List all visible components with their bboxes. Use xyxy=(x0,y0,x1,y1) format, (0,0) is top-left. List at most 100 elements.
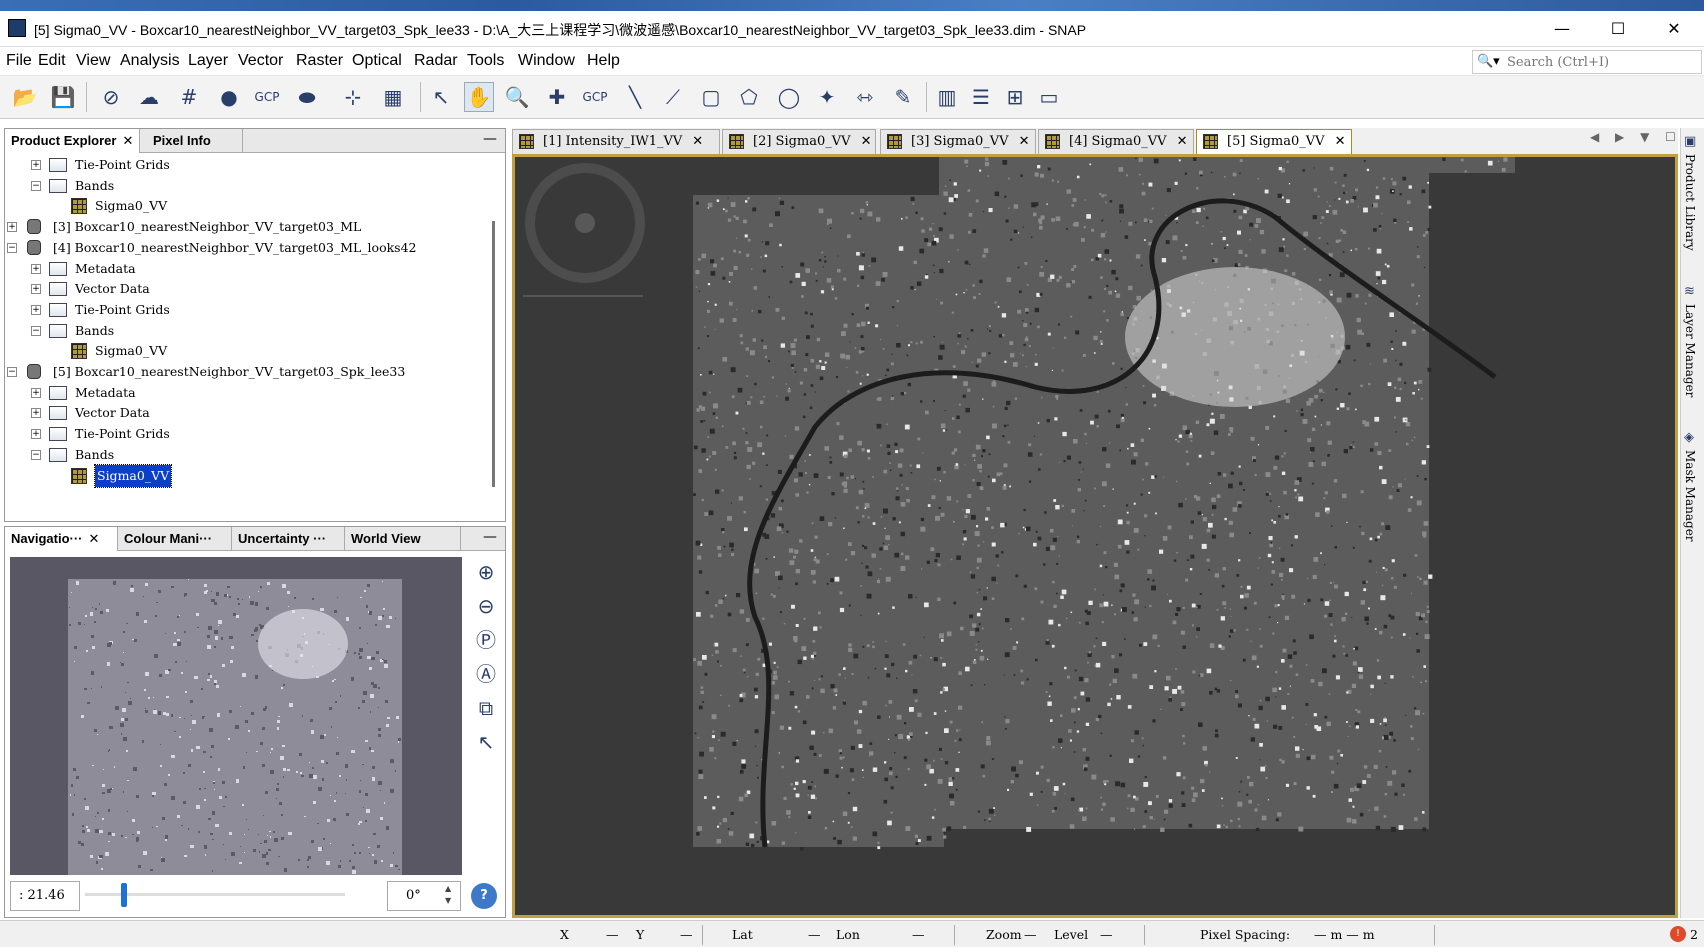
zoom-out-icon[interactable]: ⊖ xyxy=(471,591,501,621)
tab-view-1[interactable]: [1] Intensity_IW1_VV ✕ xyxy=(512,129,720,154)
menu-view[interactable]: View xyxy=(76,52,110,70)
zoom-tool-icon[interactable]: 🔍 xyxy=(502,82,532,112)
menu-tools[interactable]: Tools xyxy=(467,52,504,70)
tab-navigation[interactable]: Navigatio··· ✕ xyxy=(5,527,118,551)
product-library-icon[interactable]: ▣ xyxy=(1684,134,1702,150)
sidebar-item-product-library[interactable]: Product Library xyxy=(1683,154,1697,251)
tree-folder[interactable]: + Tie-Point Grids xyxy=(5,154,495,176)
menu-edit[interactable]: Edit xyxy=(38,52,66,70)
zoom-slider-thumb[interactable] xyxy=(121,883,128,907)
tree-folder[interactable]: − Bands xyxy=(5,444,495,466)
image-view[interactable] xyxy=(512,154,1678,918)
minimize-panel-icon[interactable]: — xyxy=(483,131,497,147)
tree-folder[interactable]: + Vector Data xyxy=(5,402,495,424)
tree-band[interactable]: Sigma0_VV xyxy=(5,195,495,217)
search-icon[interactable]: 🔍▾ xyxy=(1477,54,1500,69)
range-finder-tool-icon[interactable]: ⇿ xyxy=(850,82,880,112)
graticule-overlay-icon[interactable]: # xyxy=(174,82,204,112)
sync-cursor-icon[interactable]: ↖ xyxy=(471,727,501,757)
tab-view-5[interactable]: [5] Sigma0_VV ✕ xyxy=(1196,129,1352,154)
pin-placing-tool-icon[interactable]: ✚ xyxy=(542,82,572,112)
tile-evenly-icon[interactable]: ▥ xyxy=(932,82,962,112)
menu-raster[interactable]: Raster xyxy=(296,52,343,70)
gcp-placing-tool-icon[interactable]: GCP xyxy=(580,82,610,112)
sar-image[interactable] xyxy=(515,157,1675,915)
search-input[interactable] xyxy=(1507,53,1697,71)
spinner-down-icon[interactable]: ▼ xyxy=(445,895,451,907)
range-tool-icon[interactable]: ✎ xyxy=(888,82,918,112)
menu-optical[interactable]: Optical xyxy=(352,52,402,70)
menu-window[interactable]: Window xyxy=(518,52,575,70)
pin-manager-icon[interactable]: ⊹ xyxy=(338,82,368,112)
tree-folder[interactable]: + Metadata xyxy=(5,382,495,404)
expand-icon[interactable]: + xyxy=(31,408,41,419)
expand-icon[interactable]: + xyxy=(7,222,17,233)
tile-horizontally-icon[interactable]: ☰ xyxy=(966,82,996,112)
tree-band[interactable]: Sigma0_VV xyxy=(5,340,495,362)
world-map-overlay-icon[interactable]: ☁ xyxy=(134,82,164,112)
no-data-overlay-icon[interactable]: ⊘ xyxy=(96,82,126,112)
line-drawing-tool-icon[interactable]: ╲ xyxy=(620,82,650,112)
zoom-pixel-icon[interactable]: Ⓟ xyxy=(471,625,501,655)
minimize-button[interactable]: — xyxy=(1534,11,1590,47)
menu-analysis[interactable]: Analysis xyxy=(120,52,180,70)
menu-file[interactable]: File xyxy=(6,52,32,70)
polygon-drawing-tool-icon[interactable]: ⬠ xyxy=(734,82,764,112)
search-box[interactable]: 🔍▾ xyxy=(1472,50,1702,74)
pin-overlay-icon[interactable]: ● xyxy=(214,82,244,112)
maximize-button[interactable]: ☐ xyxy=(1590,11,1646,47)
zoom-factor-field[interactable]: : 21.46 xyxy=(10,881,80,911)
scrollbar[interactable] xyxy=(492,221,495,487)
tab-view-3[interactable]: [3] Sigma0_VV ✕ xyxy=(880,129,1036,154)
expand-icon[interactable]: + xyxy=(31,284,41,295)
tab-view-4[interactable]: [4] Sigma0_VV ✕ xyxy=(1038,129,1194,154)
tile-single-icon[interactable]: ▭ xyxy=(1034,82,1064,112)
collapse-icon[interactable]: − xyxy=(31,449,41,460)
tab-world-view[interactable]: World View xyxy=(345,527,461,551)
tree-folder[interactable]: − Bands xyxy=(5,175,495,197)
tree-band[interactable]: Sigma0_VV xyxy=(5,463,495,488)
save-product-icon[interactable]: 💾 xyxy=(48,82,78,112)
ellipse-drawing-tool-icon[interactable]: ◯ xyxy=(774,82,804,112)
close-icon[interactable]: ✕ xyxy=(1019,134,1030,149)
mask-manager-icon[interactable]: ◈ xyxy=(1684,430,1702,446)
magic-wand-tool-icon[interactable]: ✦ xyxy=(812,82,842,112)
rotation-spinner[interactable]: ▲ ▼ xyxy=(445,883,451,907)
close-icon[interactable]: ✕ xyxy=(861,134,872,149)
tree-product[interactable]: − [4] Boxcar10_nearestNeighbor_VV_target0… xyxy=(5,237,495,259)
pan-tool-icon[interactable]: ✋ xyxy=(464,82,494,112)
tree-product[interactable]: + [3] Boxcar10_nearestNeighbor_VV_target0… xyxy=(5,216,495,238)
spinner-up-icon[interactable]: ▲ xyxy=(445,883,451,895)
close-icon[interactable]: ✕ xyxy=(122,133,133,148)
tile-vertically-icon[interactable]: ⊞ xyxy=(1000,82,1030,112)
collapse-icon[interactable]: − xyxy=(7,367,17,377)
close-icon[interactable]: ✕ xyxy=(692,134,703,149)
expand-icon[interactable]: + xyxy=(31,160,41,170)
collapse-icon[interactable]: − xyxy=(31,180,41,191)
tab-product-explorer[interactable]: Product Explorer ✕ xyxy=(5,129,141,153)
minimize-panel-icon[interactable]: — xyxy=(483,529,497,545)
pan-navigation-widget[interactable] xyxy=(525,163,645,283)
sync-views-icon[interactable]: ⧉ xyxy=(471,693,501,723)
navigation-slider[interactable] xyxy=(523,295,643,297)
tab-colour-manipulation[interactable]: Colour Mani··· xyxy=(118,527,232,551)
sidebar-item-mask-manager[interactable]: Mask Manager xyxy=(1683,450,1697,542)
expand-icon[interactable]: + xyxy=(31,304,41,315)
tree-folder[interactable]: + Tie-Point Grids xyxy=(5,423,495,445)
navigation-overview[interactable] xyxy=(10,557,462,875)
tab-pixel-info[interactable]: Pixel Info xyxy=(147,129,243,153)
menu-vector[interactable]: Vector xyxy=(238,52,283,70)
zoom-in-icon[interactable]: ⊕ xyxy=(471,557,501,587)
gcp-overlay-icon[interactable]: GCP xyxy=(252,82,282,112)
menu-radar[interactable]: Radar xyxy=(414,52,458,70)
close-icon[interactable]: ✕ xyxy=(1177,134,1188,149)
sidebar-item-layer-manager[interactable]: Layer Manager xyxy=(1683,304,1697,397)
help-button[interactable]: ? xyxy=(471,883,497,909)
rectangle-drawing-tool-icon[interactable]: ▢ xyxy=(696,82,726,112)
view-tab-controls[interactable]: ◀ ▶ ▼ ☐ xyxy=(1590,130,1682,144)
layer-manager-icon[interactable]: ≋ xyxy=(1684,284,1702,300)
tree-folder[interactable]: + Vector Data xyxy=(5,278,495,300)
menu-help[interactable]: Help xyxy=(587,52,620,70)
close-icon[interactable]: ✕ xyxy=(1335,134,1346,149)
menu-layer[interactable]: Layer xyxy=(188,52,228,70)
